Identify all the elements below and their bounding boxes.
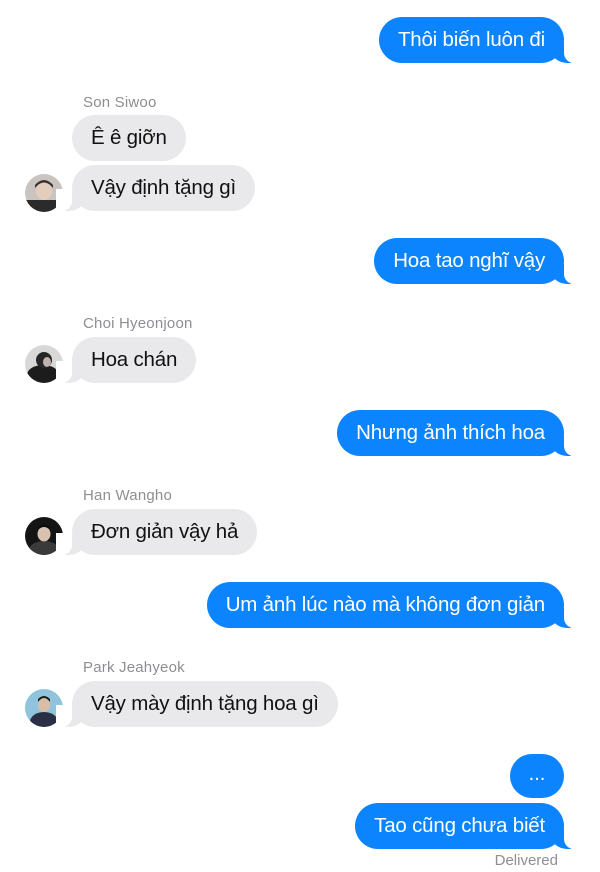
message-bubble-received[interactable]: Vậy định tặng gì <box>56 165 255 211</box>
message-bubble-sent[interactable]: Hoa tao nghĩ vậy <box>374 238 580 284</box>
message-bubble-sent[interactable]: Thôi biến luôn đi <box>378 17 581 63</box>
sender-name-son-siwoo: Son Siwoo <box>83 94 157 111</box>
sender-name-park-jeahyeok: Park Jeahyeok <box>83 659 185 676</box>
sender-name-choi-hyeonjoon: Choi Hyeonjoon <box>83 315 193 332</box>
sender-name-han-wangho: Han Wangho <box>83 487 172 504</box>
message-bubble-sent[interactable]: Um ảnh lúc nào mà không đơn giản <box>206 582 581 628</box>
message-bubble-received[interactable]: Vậy mày định tặng hoa gì <box>56 681 338 727</box>
message-bubble-received[interactable]: Hoa chán <box>55 337 197 383</box>
delivered-status: Delivered <box>494 852 558 869</box>
message-bubble-received[interactable]: Đơn giản vậy hả <box>55 509 258 555</box>
message-bubble-sent[interactable]: Nhưng ảnh thích hoa <box>337 410 580 456</box>
message-bubble-sent[interactable]: Tao cũng chưa biết <box>355 803 580 849</box>
ellipsis-message-bubble[interactable]: ... <box>510 754 564 798</box>
message-bubble-received[interactable]: Ê ê giỡn <box>72 115 186 161</box>
